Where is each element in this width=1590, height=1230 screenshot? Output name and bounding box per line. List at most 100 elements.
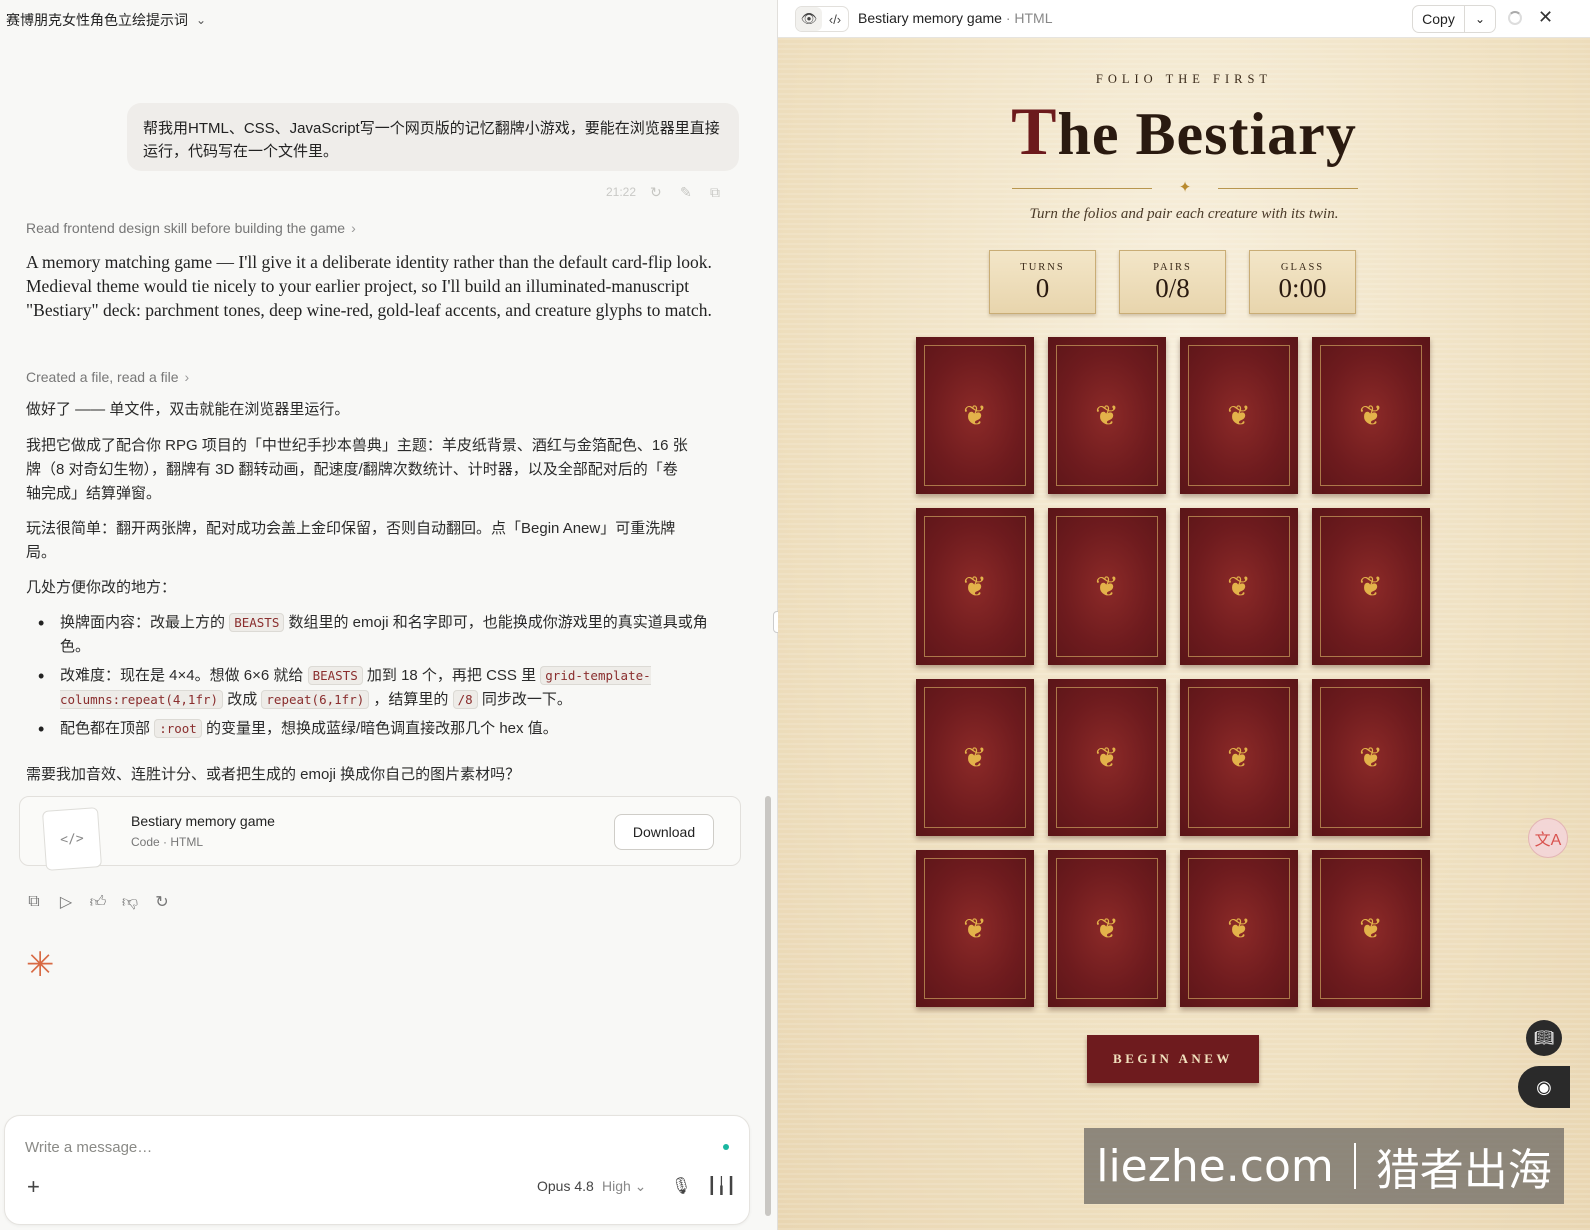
chevron-down-icon[interactable]: ⌄ [1465,6,1495,32]
step-created-file[interactable]: Created a file, read a file › [26,369,189,385]
conversation-title[interactable]: 赛博朋克女性角色立绘提示词 ⌄ [6,10,206,30]
stat-value: 0 [1035,273,1050,303]
code-file-icon: </> [41,807,103,871]
copy-button[interactable]: Copy [1413,6,1465,32]
effort-selector[interactable]: High ⌄ [602,1178,646,1195]
preview-pane: 👁︎ ‹/› Bestiary memory game · HTML Copy … [778,0,1590,1230]
memory-card[interactable]: ❦ [1180,850,1298,1007]
memory-card[interactable]: ❦ [1312,337,1430,494]
card-back-glyph-icon: ❦ [1095,912,1119,944]
message-composer[interactable]: Write a message… + Opus 4.8 High ⌄ 🎙︎ ┃╽… [4,1115,750,1225]
star-icon: ✦ [1178,179,1192,196]
effort-label: High [602,1178,631,1194]
eye-icon[interactable]: 👁︎ [796,7,822,31]
user-message: 帮我用HTML、CSS、JavaScript写一个网页版的记忆翻牌小游戏，要能在… [127,103,739,171]
assistant-paragraph-2: 我把它做成了配合你 RPG 项目的「中世纪手抄本兽典」主题：羊皮纸背景、酒红与金… [26,437,688,502]
step-read-skill[interactable]: Read frontend design skill before buildi… [26,220,356,236]
list-text: 配色都在顶部 [60,720,151,737]
memory-card[interactable]: ❦ [1048,337,1166,494]
title-initial: T [1011,93,1058,169]
watermark: liezhe.com 猎者出海 [1084,1128,1564,1204]
view-toggle[interactable]: 👁︎ ‹/› [795,6,849,32]
card-back-glyph-icon: ❦ [963,741,987,773]
memory-card[interactable]: ❦ [916,337,1034,494]
copy-split-button[interactable]: Copy ⌄ [1412,5,1496,33]
memory-card[interactable]: ❦ [1048,679,1166,836]
memory-card[interactable]: ❦ [1312,508,1430,665]
inline-code: BEASTS [307,666,363,685]
extension-icon[interactable]: ◉ [1518,1066,1570,1108]
retry-icon[interactable]: ↻ [154,894,170,911]
memory-card[interactable]: ❦ [916,508,1034,665]
download-button[interactable]: Download [614,814,714,850]
artifact-card[interactable]: </> Bestiary memory game Code · HTML Dow… [19,796,741,871]
inline-code: :root [154,719,202,738]
status-dot [723,1144,729,1150]
copy-icon[interactable]: ⧉ [26,893,42,910]
ornament-line [1012,188,1152,189]
add-attachment-icon[interactable]: + [27,1174,40,1200]
book-icon[interactable]: 📖︎ [1526,1020,1562,1056]
preview-title-text: Bestiary memory game [858,10,1002,26]
copy-icon[interactable]: ⧉ [710,184,726,200]
assistant-paragraph-4: 几处方便你改的地方： [26,579,177,596]
stat-value: 0/8 [1155,273,1190,303]
memory-card[interactable]: ❦ [916,679,1034,836]
thumbs-up-icon[interactable]: 👍︎ [90,894,107,911]
artifact-meta: Code · HTML [131,835,204,849]
scrollbar[interactable] [765,796,771,1216]
assistant-intro: A memory matching game — I'll give it a … [26,252,712,320]
tips-list: 换牌面内容：改最上方的 BEASTS 数组里的 emoji 和名字即可，也能换成… [38,611,728,746]
close-icon[interactable]: ✕ [1538,7,1553,28]
inline-code: repeat(6,1fr) [261,690,370,709]
list-text: 加到 18 个，再把 CSS 里 [366,667,537,684]
memory-card[interactable]: ❦ [1180,508,1298,665]
chevron-right-icon: › [184,369,190,385]
microphone-icon[interactable]: 🎙︎ [671,1176,691,1196]
retry-icon[interactable]: ↻ [650,184,666,200]
message-meta: 21:22 ↻ ✎ ⧉ [606,184,726,200]
card-back-glyph-icon: ❦ [1359,570,1383,602]
preview-title-meta: · HTML [1005,10,1053,26]
code-icon[interactable]: ‹/› [822,7,848,31]
ornament-line [1218,188,1358,189]
memory-card[interactable]: ❦ [1312,850,1430,1007]
memory-card[interactable]: ❦ [1048,508,1166,665]
translate-icon[interactable]: 文A [1528,818,1568,858]
card-back-glyph-icon: ❦ [1359,912,1383,944]
stat-turns: TURNS 0 [989,250,1096,314]
list-text: 改难度：现在是 4×4。想做 6×6 就给 [60,667,304,684]
ornament-divider: ✦ [1012,179,1358,196]
artifact-title: Bestiary memory game [131,813,275,829]
thumbs-down-icon[interactable]: 👎︎ [122,894,138,911]
card-grid: ❦ ❦ ❦ ❦ ❦ ❦ ❦ ❦ ❦ ❦ ❦ ❦ ❦ ❦ ❦ ❦ [916,337,1430,1007]
card-back-glyph-icon: ❦ [963,399,987,431]
edit-icon[interactable]: ✎ [680,184,696,200]
chevron-down-icon: ⌄ [196,13,207,27]
stat-value: 0:00 [1278,273,1327,303]
memory-card[interactable]: ❦ [1180,337,1298,494]
card-back-glyph-icon: ❦ [1095,741,1119,773]
card-back-glyph-icon: ❦ [1227,741,1251,773]
play-icon[interactable]: ▷ [58,894,74,911]
card-back-glyph-icon: ❦ [1095,399,1119,431]
card-back-glyph-icon: ❦ [963,570,987,602]
stat-pairs: PAIRS 0/8 [1119,250,1226,314]
begin-anew-button[interactable]: BEGIN ANEW [1087,1035,1259,1083]
memory-card[interactable]: ❦ [1312,679,1430,836]
step-label: Created a file, read a file [26,369,179,385]
card-back-glyph-icon: ❦ [1359,741,1383,773]
game-title: The Bestiary [778,92,1590,171]
memory-card[interactable]: ❦ [1048,850,1166,1007]
preview-title: Bestiary memory game · HTML [858,10,1053,26]
voice-mode-icon[interactable]: ┃╽┃ [707,1176,736,1196]
memory-card[interactable]: ❦ [1180,679,1298,836]
stat-glass: GLASS 0:00 [1249,250,1356,314]
memory-card[interactable]: ❦ [916,850,1034,1007]
list-item: 换牌面内容：改最上方的 BEASTS 数组里的 emoji 和名字即可，也能换成… [38,611,728,659]
assistant-paragraph-5: 需要我加音效、连胜计分、或者把生成的 emoji 换成你自己的图片素材吗？ [26,766,521,783]
stats-bar: TURNS 0 PAIRS 0/8 GLASS 0:00 [989,250,1356,314]
model-selector[interactable]: Opus 4.8 [537,1178,594,1194]
step-label: Read frontend design skill before buildi… [26,220,346,236]
message-input[interactable]: Write a message… [25,1139,152,1156]
